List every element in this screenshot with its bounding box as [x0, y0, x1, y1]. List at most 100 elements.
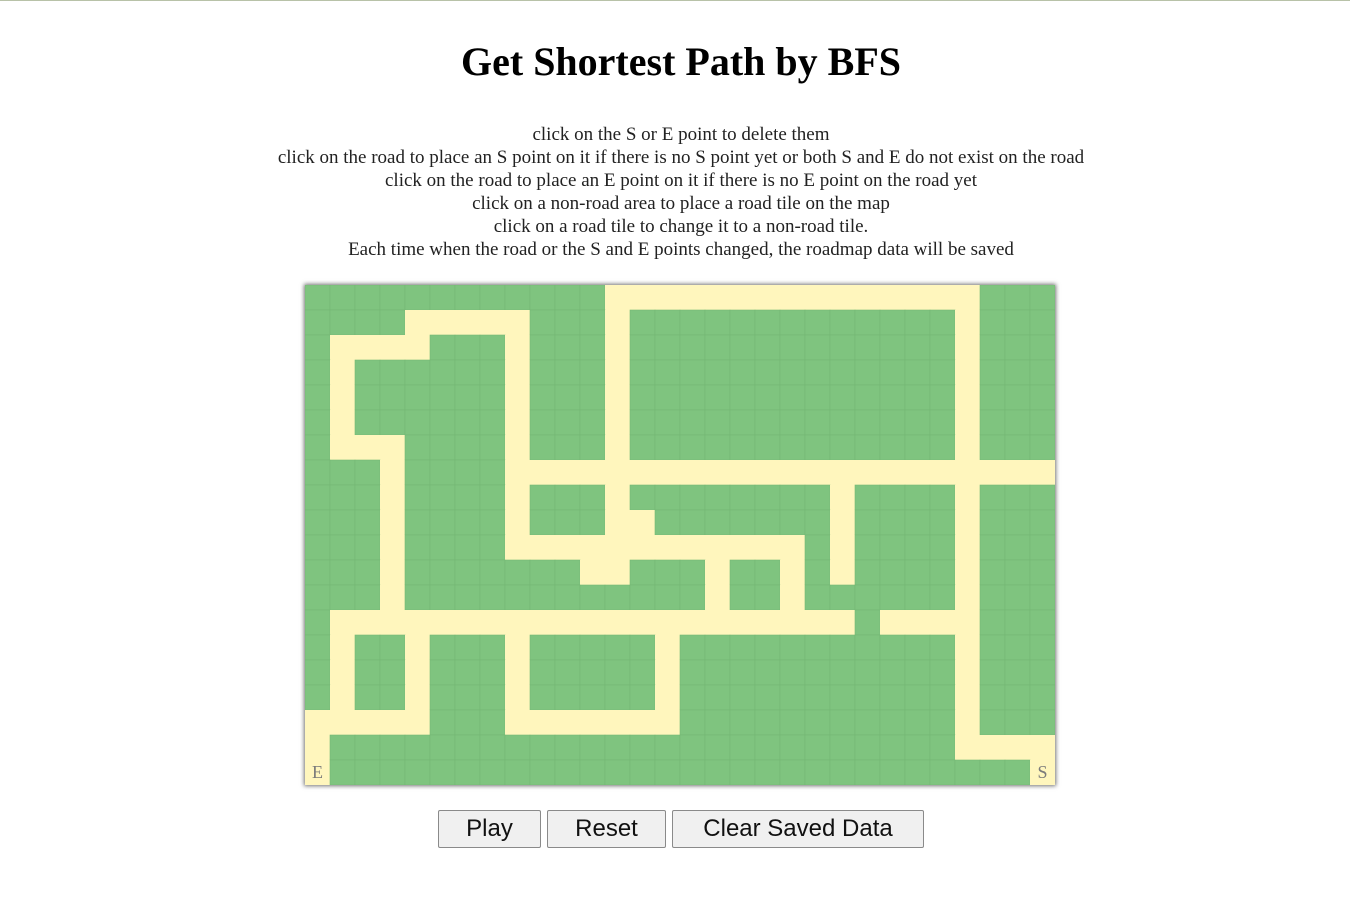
grass-tile[interactable]	[579, 734, 606, 761]
grass-tile[interactable]	[429, 734, 456, 761]
road-tile[interactable]	[855, 285, 880, 310]
grass-tile[interactable]	[854, 309, 881, 336]
grass-tile[interactable]	[404, 484, 431, 511]
grass-tile[interactable]	[305, 484, 331, 511]
grass-tile[interactable]	[429, 709, 456, 736]
grass-tile[interactable]	[829, 709, 856, 736]
grass-tile[interactable]	[579, 484, 606, 511]
grass-tile[interactable]	[454, 285, 481, 311]
road-tile[interactable]	[380, 335, 405, 360]
grass-tile[interactable]	[379, 634, 406, 661]
grass-tile[interactable]	[554, 359, 581, 386]
road-tile[interactable]	[505, 610, 530, 635]
grass-tile[interactable]	[579, 384, 606, 411]
grass-tile[interactable]	[829, 584, 856, 611]
grass-tile[interactable]	[879, 434, 906, 461]
grass-tile[interactable]	[479, 534, 506, 561]
grass-tile[interactable]	[1029, 534, 1055, 561]
grass-tile[interactable]	[929, 484, 956, 511]
road-tile[interactable]	[405, 710, 430, 735]
clear-saved-data-button[interactable]: Clear Saved Data	[672, 810, 924, 848]
road-tile[interactable]	[630, 510, 655, 535]
grass-tile[interactable]	[404, 759, 431, 785]
grass-tile[interactable]	[1004, 384, 1031, 411]
road-tile[interactable]	[380, 435, 405, 460]
road-tile[interactable]	[405, 335, 430, 360]
grass-tile[interactable]	[929, 434, 956, 461]
grass-tile[interactable]	[754, 734, 781, 761]
grass-tile[interactable]	[305, 285, 331, 311]
road-tile[interactable]	[330, 360, 355, 385]
grass-tile[interactable]	[454, 559, 481, 586]
grass-tile[interactable]	[879, 684, 906, 711]
road-tile[interactable]	[405, 685, 430, 710]
grass-tile[interactable]	[729, 559, 756, 586]
grass-tile[interactable]	[504, 584, 531, 611]
grass-tile[interactable]	[929, 384, 956, 411]
road-tile[interactable]	[1005, 460, 1030, 485]
grass-tile[interactable]	[729, 409, 756, 436]
grass-tile[interactable]	[704, 359, 731, 386]
grass-tile[interactable]	[804, 584, 831, 611]
road-tile[interactable]	[555, 710, 580, 735]
grass-tile[interactable]	[979, 759, 1006, 785]
grass-tile[interactable]	[704, 434, 731, 461]
grass-tile[interactable]	[479, 409, 506, 436]
grass-tile[interactable]	[1004, 509, 1031, 536]
grass-tile[interactable]	[305, 534, 331, 561]
road-tile[interactable]	[605, 360, 630, 385]
road-tile[interactable]	[580, 560, 605, 585]
grass-tile[interactable]	[629, 384, 656, 411]
grass-tile[interactable]	[379, 759, 406, 785]
grass-tile[interactable]	[579, 334, 606, 361]
road-tile[interactable]	[455, 610, 480, 635]
road-tile[interactable]	[605, 410, 630, 435]
grass-tile[interactable]	[904, 709, 931, 736]
grass-tile[interactable]	[904, 634, 931, 661]
grass-tile[interactable]	[829, 759, 856, 785]
grass-tile[interactable]	[629, 634, 656, 661]
road-tile[interactable]	[905, 610, 930, 635]
road-tile[interactable]	[405, 635, 430, 660]
grass-tile[interactable]	[579, 634, 606, 661]
road-tile[interactable]	[505, 710, 530, 735]
grass-tile[interactable]	[804, 534, 831, 561]
grass-tile[interactable]	[804, 359, 831, 386]
road-tile[interactable]	[605, 610, 630, 635]
grass-tile[interactable]	[854, 534, 881, 561]
road-tile[interactable]	[1005, 735, 1030, 760]
grass-tile[interactable]	[879, 509, 906, 536]
grass-tile[interactable]	[679, 634, 706, 661]
grass-tile[interactable]	[854, 759, 881, 785]
road-tile[interactable]	[955, 660, 980, 685]
grass-tile[interactable]	[404, 734, 431, 761]
grass-tile[interactable]	[529, 584, 556, 611]
grass-tile[interactable]	[779, 384, 806, 411]
road-tile[interactable]	[955, 635, 980, 660]
grass-tile[interactable]	[329, 484, 356, 511]
grass-tile[interactable]	[1029, 334, 1055, 361]
grass-tile[interactable]	[354, 359, 381, 386]
grass-tile[interactable]	[579, 584, 606, 611]
grass-tile[interactable]	[379, 309, 406, 336]
grass-tile[interactable]	[854, 334, 881, 361]
grass-tile[interactable]	[804, 409, 831, 436]
grass-tile[interactable]	[1004, 659, 1031, 686]
grass-tile[interactable]	[554, 334, 581, 361]
grass-tile[interactable]	[429, 534, 456, 561]
road-tile[interactable]	[780, 560, 805, 585]
grass-tile[interactable]	[704, 709, 731, 736]
grass-tile[interactable]	[329, 734, 356, 761]
grass-tile[interactable]	[704, 634, 731, 661]
grass-tile[interactable]	[979, 584, 1006, 611]
grass-tile[interactable]	[379, 384, 406, 411]
road-tile[interactable]	[955, 285, 980, 310]
grass-tile[interactable]	[854, 734, 881, 761]
road-tile[interactable]	[655, 660, 680, 685]
grass-tile[interactable]	[779, 634, 806, 661]
grass-tile[interactable]	[929, 659, 956, 686]
grass-tile[interactable]	[979, 359, 1006, 386]
grass-tile[interactable]	[904, 309, 931, 336]
road-tile[interactable]	[905, 460, 930, 485]
grass-tile[interactable]	[354, 409, 381, 436]
